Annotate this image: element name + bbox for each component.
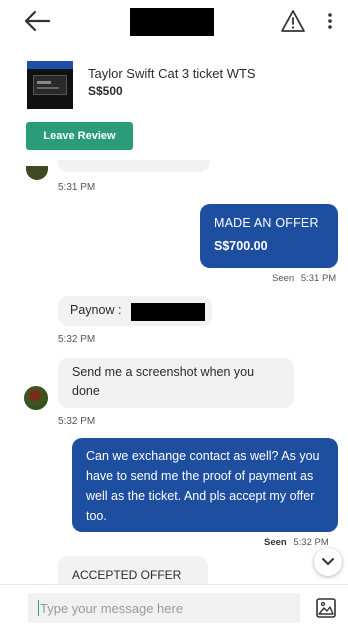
offer-amount: S$700.00 <box>214 239 268 253</box>
redacted-username <box>130 8 214 36</box>
message-text: Can we exchange contact as well? As you … <box>86 449 320 523</box>
message-time: 5:32 PM <box>58 416 96 427</box>
chat-screen: Taylor Swift Cat 3 ticket WTS S$500 Leav… <box>0 0 348 626</box>
accepted-offer-label: ACCEPTED OFFER <box>72 568 182 582</box>
message-bubble-outgoing: Can we exchange contact as well? As you … <box>72 438 338 532</box>
message-time: 5:31 PM <box>58 182 96 193</box>
seen-label: Seen <box>264 537 287 548</box>
message-bubble-partial <box>58 160 210 172</box>
redacted-number <box>131 303 205 321</box>
scroll-to-bottom-button[interactable] <box>314 548 342 576</box>
message-time: 5:31 PM <box>300 273 337 284</box>
image-upload-icon <box>316 598 336 618</box>
avatar <box>26 166 48 180</box>
message-time: 5:32 PM <box>293 537 329 548</box>
listing-thumbnail <box>27 61 73 109</box>
report-button[interactable] <box>280 9 306 33</box>
back-button[interactable] <box>22 8 52 34</box>
arrow-left-icon <box>24 10 51 32</box>
message-input[interactable]: Type your message here <box>28 593 300 623</box>
more-options-button[interactable] <box>322 9 338 33</box>
message-bubble-paynow: Paynow : <box>58 296 212 326</box>
message-bubble-screenshot-request: Send me a screenshot when you done <box>58 358 294 408</box>
offer-card[interactable]: MADE AN OFFER S$700.00 <box>200 204 338 268</box>
seen-label: Seen <box>272 273 295 284</box>
listing-title: Taylor Swift Cat 3 ticket WTS <box>88 66 256 81</box>
message-input-placeholder: Type your message here <box>40 601 184 616</box>
attach-image-button[interactable] <box>315 597 337 619</box>
message-text: Send me a screenshot when you done <box>72 365 255 398</box>
read-receipt: Seen 5:32 PM <box>264 537 329 548</box>
message-composer: Type your message here <box>0 584 348 626</box>
message-text: Paynow : <box>70 303 122 317</box>
top-bar <box>0 0 348 44</box>
chat-messages[interactable]: 5:31 PM MADE AN OFFER S$700.00 Seen 5:31… <box>0 160 348 584</box>
offer-label: MADE AN OFFER <box>214 216 319 230</box>
more-vertical-icon <box>328 13 332 29</box>
listing-price: S$500 <box>88 84 123 98</box>
accepted-offer-card: ACCEPTED OFFER <box>58 556 208 584</box>
avatar[interactable] <box>24 386 48 410</box>
listing-summary[interactable]: Taylor Swift Cat 3 ticket WTS S$500 <box>0 52 348 116</box>
leave-review-button[interactable]: Leave Review <box>26 122 133 150</box>
message-time: 5:32 PM <box>58 334 96 345</box>
chevron-down-icon <box>322 558 334 565</box>
warning-triangle-icon <box>281 10 305 32</box>
text-caret <box>38 600 39 616</box>
read-receipt: Seen 5:31 PM <box>272 273 336 284</box>
